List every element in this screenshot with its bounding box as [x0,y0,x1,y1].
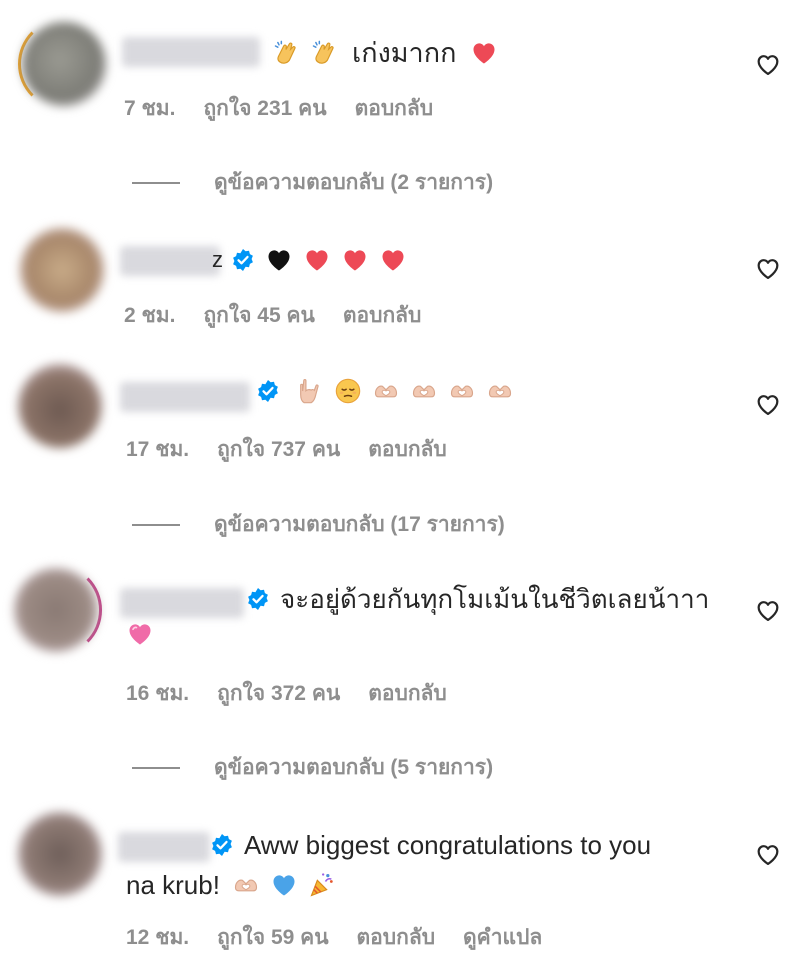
heart-hands-icon [486,377,514,405]
comment-text: เก่งมากก [266,34,502,72]
divider-line [132,181,180,184]
avatar-image [22,22,106,106]
clapping-hands-icon [272,39,300,67]
red-heart-icon [470,39,498,67]
avatar[interactable] [18,18,106,110]
comment-meta: 2 ชม. ถูกใจ 45 คน ตอบกลับ [124,299,449,332]
heart-hands-icon [448,377,476,405]
comment-body: จะอยู่ด้วยกันทุกโมเม้นในชีวิตเลยน้าาา [280,584,710,614]
verified-badge-icon [210,833,234,857]
like-heart-icon[interactable] [754,840,782,868]
comment-body: Aww biggest congratulations to you [244,830,652,860]
avatar[interactable] [18,812,102,896]
username[interactable] [120,246,220,276]
view-replies-button[interactable]: ดูข้อความตอบกลับ (5 รายการ) [132,751,493,784]
comment-meta: 17 ชม. ถูกใจ 737 คน ตอบกลับ [126,433,475,466]
like-heart-icon[interactable] [754,254,782,282]
like-count[interactable]: ถูกใจ 372 คน [217,677,340,710]
avatar-image [14,568,98,652]
blue-heart-icon [270,871,298,899]
comment-time: 17 ชม. [126,438,190,461]
comment-meta: 7 ชม. ถูกใจ 231 คน ตอบกลับ [124,92,461,125]
reply-button[interactable]: ตอบกลับ [343,299,422,332]
reply-button[interactable]: ตอบกลับ [355,92,434,125]
username[interactable] [118,832,210,862]
comment-text-continued: na krub! [126,866,340,904]
avatar[interactable] [14,564,102,656]
like-heart-icon[interactable] [754,50,782,78]
view-replies-label: ดูข้อความตอบกลับ (5 รายการ) [214,756,494,779]
divider-line [132,523,180,526]
view-replies-label: ดูข้อความตอบกลับ (2 รายการ) [214,171,494,194]
avatar-image [18,812,102,896]
avatar-image [20,228,104,312]
username[interactable] [120,588,244,618]
comment-time: 12 ชม. [126,926,190,949]
heart-hands-icon [410,377,438,405]
reply-button[interactable]: ตอบกลับ [357,921,436,954]
comment-body: z [212,247,223,272]
like-count[interactable]: ถูกใจ 45 คน [203,299,314,332]
comment-text [256,377,518,405]
like-count[interactable]: ถูกใจ 231 คน [203,92,326,125]
view-replies-button[interactable]: ดูข้อความตอบกลับ (17 รายการ) [132,508,505,541]
reply-button[interactable]: ตอบกลับ [368,677,447,710]
comment-time: 7 ชม. [124,97,176,120]
red-heart-icon [303,246,331,274]
comment-text-continued [126,620,158,648]
party-popper-icon [308,871,336,899]
verified-badge-icon [256,379,280,403]
avatar[interactable] [20,228,104,312]
comment-meta: 16 ชม. ถูกใจ 372 คน ตอบกลับ [126,677,475,710]
comment-text: z [212,241,411,279]
red-heart-icon [341,246,369,274]
username[interactable] [120,382,250,412]
comment-body: เก่งมากก [352,38,457,68]
username[interactable] [122,37,260,67]
comment-time: 16 ชม. [126,682,190,705]
pensive-face-icon [334,377,362,405]
comment-time: 2 ชม. [124,304,176,327]
reply-button[interactable]: ตอบกลับ [368,433,447,466]
view-replies-label: ดูข้อความตอบกลับ (17 รายการ) [214,513,505,536]
comment-text: จะอยู่ด้วยกันทุกโมเม้นในชีวิตเลยน้าาา [246,580,709,618]
pink-heart-icon [126,620,154,648]
view-replies-button[interactable]: ดูข้อความตอบกลับ (2 รายการ) [132,166,493,199]
like-heart-icon[interactable] [754,390,782,418]
like-count[interactable]: ถูกใจ 737 คน [217,433,340,466]
clapping-hands-icon [310,39,338,67]
verified-badge-icon [246,587,270,611]
avatar[interactable] [18,364,102,448]
verified-badge-icon [231,248,255,272]
comment-text: Aww biggest congratulations to you [210,826,651,864]
red-heart-icon [379,246,407,274]
like-count[interactable]: ถูกใจ 59 คน [217,921,328,954]
comment-meta: 12 ชม. ถูกใจ 59 คน ตอบกลับ ดูคำแปล [126,921,570,954]
comment-body-continued: na krub! [126,870,220,900]
heart-hands-icon [372,377,400,405]
like-heart-icon[interactable] [754,596,782,624]
see-translation-button[interactable]: ดูคำแปล [463,921,542,954]
divider-line [132,766,180,769]
rock-on-hand-icon [296,377,324,405]
avatar-image [18,364,102,448]
heart-hands-icon [232,871,260,899]
black-heart-icon [265,246,293,274]
